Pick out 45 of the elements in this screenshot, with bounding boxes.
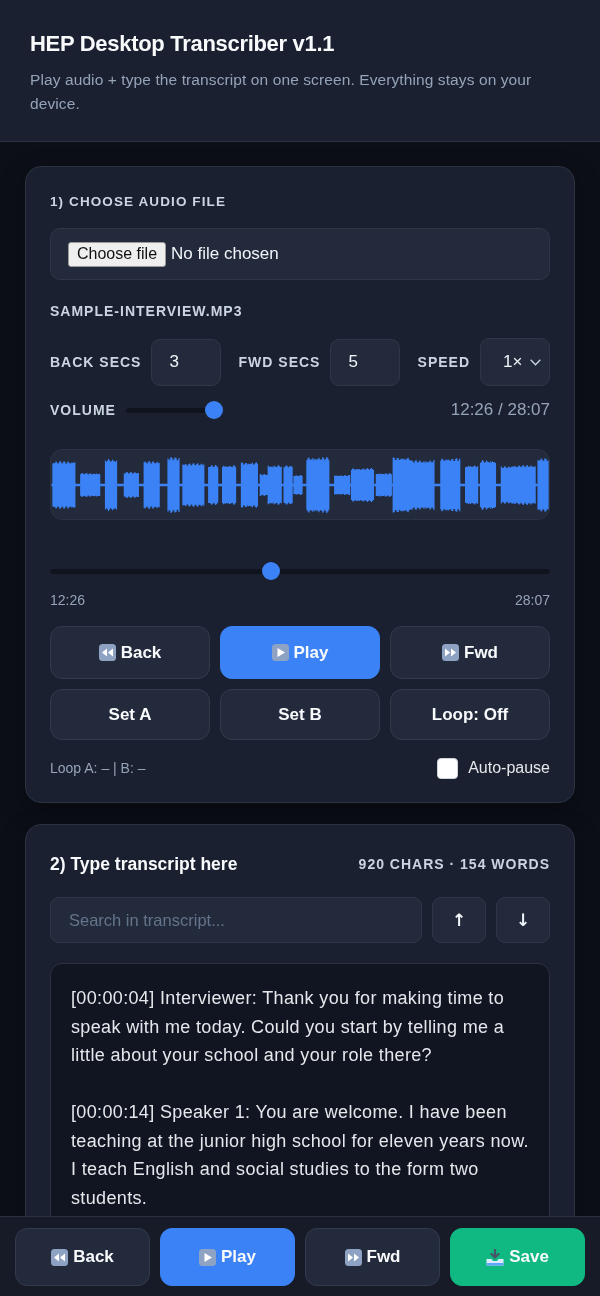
transcript-stats: 920 CHARS · 154 WORDS xyxy=(358,856,550,872)
setting-label: FWD SECS xyxy=(238,354,321,370)
chevron-down-icon xyxy=(530,358,541,366)
setting-label: SPEED xyxy=(417,354,470,370)
file-status-text: No file chosen xyxy=(171,244,279,264)
speed-select[interactable]: 1× xyxy=(480,338,550,386)
play-button[interactable]: Play xyxy=(220,626,380,679)
app-title: HEP Desktop Transcriber v1.1 xyxy=(30,30,336,58)
loop-control-button[interactable]: Loop: Off xyxy=(390,689,550,740)
rewind-icon xyxy=(51,1248,69,1266)
total-time: 28:07 xyxy=(514,592,550,608)
app-subtitle: Play audio + type the transcript on one screen. Everything stays on your device. xyxy=(30,70,533,114)
rewind-icon xyxy=(98,644,116,661)
forward-button[interactable]: Fwd xyxy=(305,1228,440,1286)
auto-pause-checkbox[interactable] xyxy=(437,757,459,779)
fast-forward-icon xyxy=(442,644,459,661)
setting-label: BACK SECS xyxy=(50,354,142,370)
loop-control-button[interactable]: Set B xyxy=(220,689,380,740)
forward-button[interactable]: Fwd xyxy=(390,626,550,679)
loop-control-button[interactable]: Set A xyxy=(50,689,210,740)
choose-file-button[interactable]: Choose file xyxy=(68,241,167,267)
play-icon xyxy=(271,644,289,661)
section-heading: 1) CHOOSE AUDIO FILE xyxy=(50,194,227,210)
file-name: SAMPLE-INTERVIEW.MP3 xyxy=(50,303,244,319)
back-button[interactable]: Back xyxy=(50,626,210,679)
time-readout: 12:26 / 28:07 xyxy=(450,400,550,420)
tray-arrow-icon xyxy=(486,1248,505,1266)
slider-thumb[interactable] xyxy=(204,401,223,419)
section-heading: 2) Type transcript here xyxy=(50,853,238,875)
play-button[interactable]: Play xyxy=(160,1228,295,1286)
auto-pause-label: Auto-pause xyxy=(468,759,550,777)
volume-slider[interactable] xyxy=(125,401,223,419)
volume-label: VOLUME xyxy=(50,402,116,418)
match-nav-button[interactable]: ↓ xyxy=(496,897,550,943)
play-icon xyxy=(199,1248,216,1266)
number-input[interactable]: 5 xyxy=(330,338,400,386)
number-input[interactable]: 3 xyxy=(151,338,221,386)
current-time: 12:26 xyxy=(50,592,86,608)
seek-slider[interactable] xyxy=(50,562,550,580)
fast-forward-icon xyxy=(344,1248,362,1266)
match-nav-button[interactable]: ↑ xyxy=(432,897,486,943)
slider-thumb[interactable] xyxy=(262,562,281,580)
back-button[interactable]: Back xyxy=(15,1228,150,1286)
transcript-field[interactable]: [00:00:04] Interviewer: Thank you for making time to speak with me today. Could you start by telling me a little about your school and your role there? [00:00:14] Speaker 1: You are welcome. I have been teaching at the junior high school for eleven years now. I teach English and social studies to the form two students. xyxy=(50,963,550,1216)
loop-status: Loop A: – | B: – xyxy=(50,760,146,776)
